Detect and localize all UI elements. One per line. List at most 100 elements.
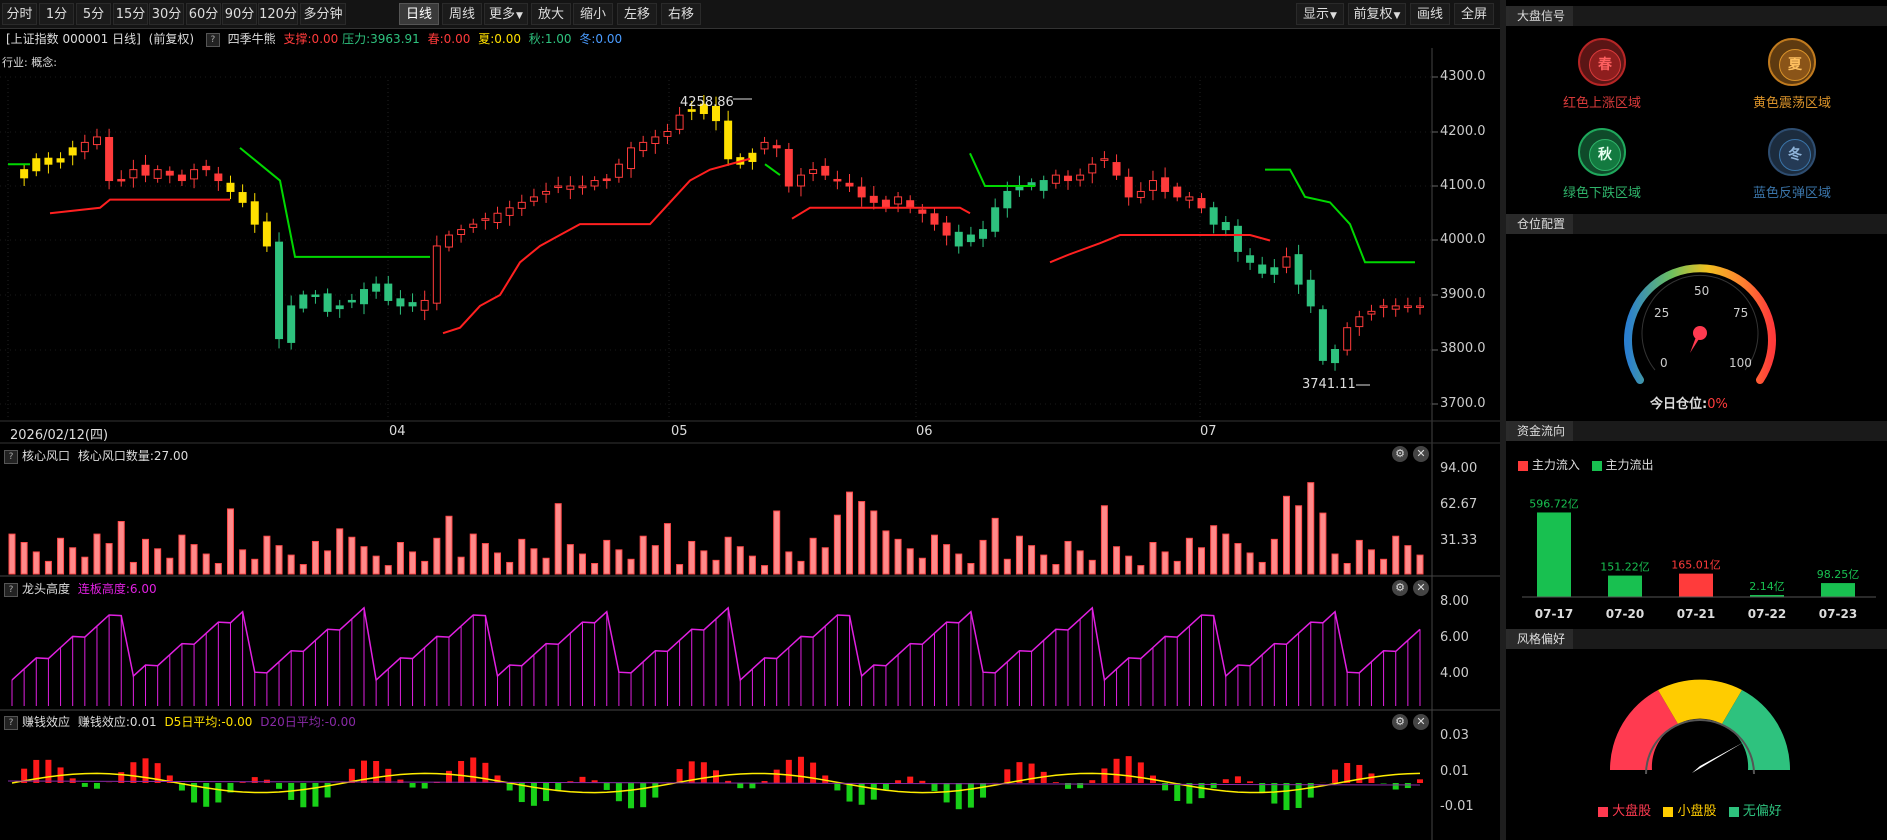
style-legend: 大盘股 小盘股 无偏好	[1598, 800, 1782, 819]
shift-left-button[interactable]: 左移	[617, 3, 657, 25]
y-tick: 62.67	[1440, 497, 1478, 512]
panel-value: 核心风口数量:27.00	[77, 449, 189, 463]
chevron-down-icon: ▼	[516, 11, 523, 21]
panel-value: 赚钱效应:0.01	[77, 715, 157, 729]
fund-flow-chart: 596.72亿 07-17 151.22亿 07-20 165.01亿 07-21 2.14…	[1522, 497, 1876, 621]
y-tick: 4300.0	[1440, 69, 1486, 84]
more-periods-dropdown[interactable]: 更多▼	[484, 3, 528, 25]
panel-money-effect-header: ? 赚钱效应 赚钱效应:0.01 D5日平均:-0.00 D20日平均:-0.00	[4, 713, 356, 730]
y-tick: 94.00	[1440, 461, 1478, 476]
fund-flow-value: 98.25亿	[1817, 568, 1860, 581]
close-icon[interactable]: ✕	[1413, 446, 1429, 462]
d20-average: D20日平均:-0.00	[260, 715, 356, 729]
close-icon[interactable]: ✕	[1413, 580, 1429, 596]
display-dropdown[interactable]: 显示▼	[1296, 3, 1344, 25]
price-axis	[1432, 76, 1438, 405]
today-position-label: 今日仓位:0%	[1650, 397, 1728, 412]
low-price-label: 3741.11	[1302, 377, 1356, 392]
period-button-90min[interactable]: 90分	[222, 3, 257, 25]
chevron-down-icon: ▼	[1330, 11, 1337, 21]
fund-flow-header: 资金流向	[1506, 421, 1887, 441]
fund-flow-bar	[1679, 573, 1713, 597]
date-label: 2026/02/12(四)	[10, 428, 109, 443]
fund-flow-bar	[1537, 512, 1571, 597]
help-icon[interactable]: ?	[4, 449, 18, 464]
zoom-in-button[interactable]: 放大	[531, 3, 571, 25]
legend-swatch-neutral	[1728, 806, 1739, 817]
fund-flow-date: 07-17	[1535, 607, 1573, 621]
period-button-daily[interactable]: 日线	[399, 3, 439, 25]
period-button-weekly[interactable]: 周线	[442, 3, 482, 25]
spring-signal-label: 红色上涨区域	[1562, 96, 1641, 111]
panel-title: 赚钱效应	[22, 715, 71, 729]
fund-flow-bar	[1821, 583, 1855, 597]
period-button-60min[interactable]: 60分	[186, 3, 221, 25]
indicator-panels	[7, 482, 1424, 811]
style-preference-header: 风格偏好	[1506, 629, 1887, 649]
y-tick: 8.00	[1440, 594, 1469, 609]
period-button-120min[interactable]: 120分	[258, 3, 298, 25]
month-label-04: 04	[389, 424, 406, 439]
panel-title: 核心风口	[22, 449, 71, 463]
month-label-06: 06	[916, 424, 933, 439]
legend-swatch-in	[1518, 460, 1528, 471]
legend-swatch-small	[1663, 806, 1674, 817]
fund-flow-value: 165.01亿	[1671, 559, 1721, 572]
position-gauge: 25 50 75 0 100	[1624, 264, 1776, 384]
autumn-signal-icon: 秋	[1578, 128, 1626, 176]
gear-icon[interactable]: ⚙	[1392, 580, 1408, 596]
gauge-tick-75: 75	[1733, 306, 1748, 320]
help-icon[interactable]: ?	[205, 32, 220, 47]
gear-icon[interactable]: ⚙	[1392, 714, 1408, 730]
panel-title: 龙头高度	[22, 582, 71, 596]
support-value: 支撑:0.00	[283, 32, 339, 46]
summer-signal-label: 黄色震荡区域	[1752, 96, 1831, 111]
help-icon[interactable]: ?	[4, 715, 18, 730]
gauge-needle	[1690, 326, 1707, 353]
fund-flow-date: 07-22	[1748, 607, 1786, 621]
spring-signal-icon: 春	[1578, 38, 1626, 86]
summer-value: 夏:0.00	[478, 32, 521, 46]
shift-right-button[interactable]: 右移	[661, 3, 701, 25]
period-button-fenshi[interactable]: 分时	[2, 3, 37, 25]
adjust-dropdown[interactable]: 前复权▼	[1348, 3, 1406, 25]
period-button-1min[interactable]: 1分	[39, 3, 74, 25]
style-needle	[1692, 742, 1744, 773]
d5-average: D5日平均:-0.00	[164, 715, 253, 729]
y-tick: 3800.0	[1440, 341, 1486, 356]
winter-signal-icon: 冬	[1768, 128, 1816, 176]
high-price-label: 4258.86	[680, 95, 734, 110]
close-icon[interactable]: ✕	[1413, 714, 1429, 730]
period-button-5min[interactable]: 5分	[76, 3, 111, 25]
period-button-multi-min[interactable]: 多分钟	[300, 3, 346, 25]
style-gauge	[1609, 679, 1791, 775]
fund-flow-value: 596.72亿	[1529, 497, 1579, 510]
y-tick: 4200.0	[1440, 124, 1486, 139]
y-tick: 6.00	[1440, 630, 1469, 645]
sidebar-splitter[interactable]	[1500, 0, 1506, 840]
fund-flow-date: 07-23	[1819, 607, 1857, 621]
y-tick: 31.33	[1440, 533, 1478, 548]
y-tick: 3900.0	[1440, 287, 1486, 302]
autumn-value: 秋:1.00	[528, 32, 572, 46]
zoom-out-button[interactable]: 缩小	[573, 3, 613, 25]
today-position-value: 0%	[1707, 397, 1728, 412]
y-tick: 3700.0	[1440, 396, 1486, 411]
gauge-tick-100: 100	[1729, 356, 1752, 370]
period-button-30min[interactable]: 30分	[149, 3, 184, 25]
y-tick: 0.01	[1440, 764, 1469, 779]
draw-line-button[interactable]: 画线	[1410, 3, 1450, 25]
candlesticks	[20, 94, 1424, 371]
period-button-15min[interactable]: 15分	[113, 3, 148, 25]
fullscreen-button[interactable]: 全屏	[1454, 3, 1494, 25]
gauge-tick-0: 0	[1660, 356, 1668, 370]
season-lines	[8, 98, 1415, 386]
panel-dragon-height-header: ? 龙头高度 连板高度:6.00	[4, 580, 157, 597]
winter-value: 冬:0.00	[579, 32, 623, 46]
help-icon[interactable]: ?	[4, 582, 18, 597]
y-tick: 4000.0	[1440, 232, 1486, 247]
summer-signal-icon: 夏	[1768, 38, 1816, 86]
fund-flow-bar	[1608, 575, 1642, 597]
indicator-info-bar: [上证指数 000001 日线] (前复权) ? 四季牛熊 支撑:0.00 压力…	[0, 29, 1432, 49]
gear-icon[interactable]: ⚙	[1392, 446, 1408, 462]
